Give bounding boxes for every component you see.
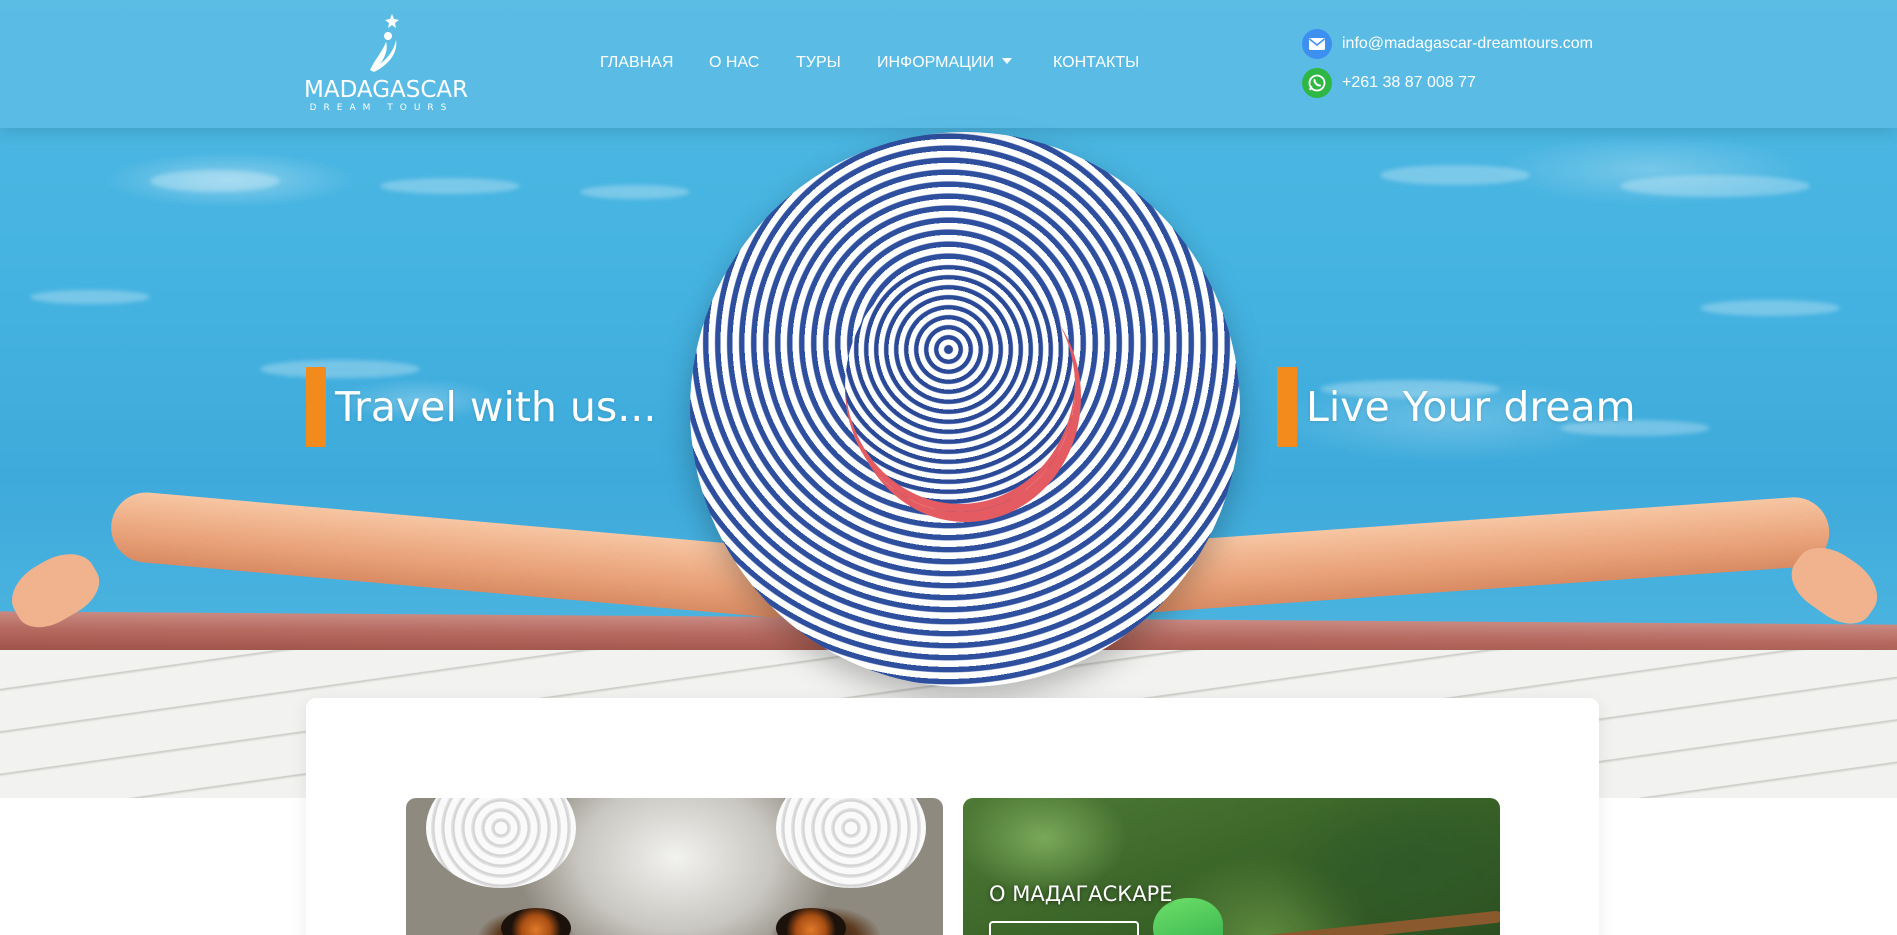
contact-email[interactable]: info@madagascar-dreamtours.com: [1302, 29, 1593, 59]
contact-phone-text: +261 38 87 008 77: [1342, 74, 1476, 91]
branch: [1203, 910, 1500, 935]
nav-item-info-label: ИНФОРМАЦИИ: [877, 54, 994, 71]
left-arm: [108, 489, 812, 621]
nav-item-about[interactable]: О НАС: [709, 52, 759, 74]
logo-subtitle: DREAM TOURS: [309, 103, 454, 113]
hero-tagline-left: Travel with us...: [306, 367, 656, 447]
hat-crown: [845, 262, 1075, 512]
logo-figure-icon: [370, 14, 399, 72]
accent-bar: [306, 367, 326, 447]
lemur-eye: [501, 908, 571, 935]
page: MADAGASCAR DREAM TOURS ГЛАВНАЯ О НАС ТУР…: [0, 0, 1897, 935]
mail-icon: [1302, 29, 1332, 59]
tile-lemur[interactable]: [406, 798, 943, 935]
lemur-ear: [776, 798, 926, 888]
contact-phone[interactable]: +261 38 87 008 77: [1302, 68, 1476, 98]
logo-title: MADAGASCAR: [304, 77, 469, 103]
whatsapp-icon: [1302, 68, 1332, 98]
nav-item-tours[interactable]: ТУРЫ: [796, 52, 841, 74]
accent-bar: [1277, 367, 1297, 447]
tile-title: О МАДАГАСКАРЕ: [989, 882, 1173, 906]
nav-item-contacts[interactable]: КОНТАКТЫ: [1053, 52, 1139, 74]
tile-more-button[interactable]: [989, 921, 1139, 935]
nav-item-home[interactable]: ГЛАВНАЯ: [600, 52, 673, 74]
nav-item-info[interactable]: ИНФОРМАЦИИ: [877, 52, 1012, 74]
hero-tagline-right: Live Your dream: [1277, 367, 1636, 447]
contact-email-text: info@madagascar-dreamtours.com: [1342, 35, 1594, 52]
tile-about-madagascar[interactable]: О МАДАГАСКАРЕ: [963, 798, 1500, 935]
chevron-down-icon: [1002, 57, 1012, 64]
hero-tagline-left-text: Travel with us...: [335, 383, 657, 431]
site-header: MADAGASCAR DREAM TOURS ГЛАВНАЯ О НАС ТУР…: [0, 0, 1897, 128]
lemur-ear: [426, 798, 576, 888]
lemur-eye: [776, 908, 846, 935]
site-logo[interactable]: MADAGASCAR DREAM TOURS: [304, 12, 469, 116]
hero-tagline-right-text: Live Your dream: [1306, 383, 1636, 431]
